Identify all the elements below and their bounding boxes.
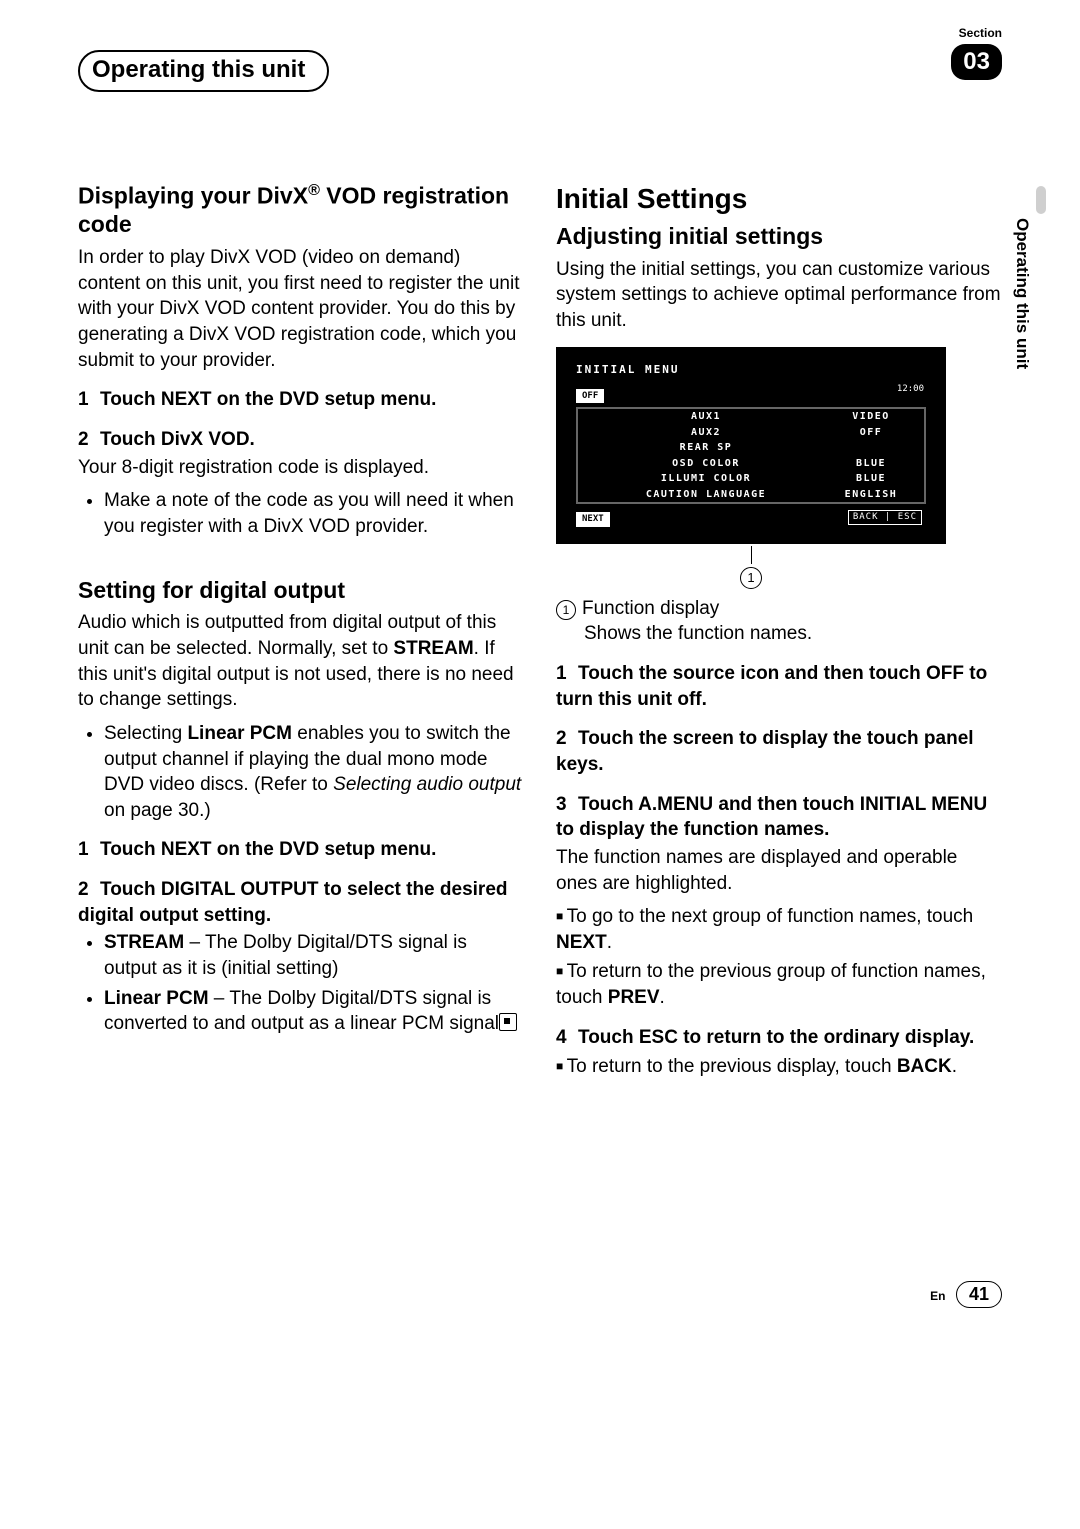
step-1: 1Touch NEXT on the DVD setup menu.: [78, 387, 524, 413]
body-text: Audio which is outputted from digital ou…: [78, 610, 524, 713]
step-2: 2Touch the screen to display the touch p…: [556, 726, 1002, 777]
lcd-clock: 12:00: [897, 383, 924, 395]
lcd-next-button[interactable]: NEXT: [576, 512, 610, 526]
list-item: To return to the previous group of funct…: [556, 959, 1002, 1010]
section-number: 03: [951, 44, 1002, 80]
step-4: 4Touch ESC to return to the ordinary dis…: [556, 1025, 1002, 1051]
step-1: 1Touch the source icon and then touch OF…: [556, 661, 1002, 712]
page-footer: En 41: [78, 1268, 1002, 1308]
step-2: 2Touch DIGITAL OUTPUT to select the desi…: [78, 877, 524, 928]
lcd-row[interactable]: AUX1VIDEO: [578, 409, 924, 425]
lcd-screenshot: INITIAL MENU OFF 12:00 AUX1VIDEO AUX2OFF…: [556, 347, 946, 589]
body-text: Your 8-digit registration code is displa…: [78, 455, 524, 481]
lcd-back-esc-button[interactable]: BACK | ESC: [848, 510, 922, 524]
step-2: 2Touch DivX VOD.: [78, 427, 524, 453]
callout: 1: [556, 546, 946, 590]
body-text: Using the initial settings, you can cust…: [556, 257, 1002, 334]
legend-item: 1Function display Shows the function nam…: [556, 596, 1002, 647]
legend-number-icon: 1: [556, 600, 576, 620]
lcd-row[interactable]: REAR SP: [578, 440, 924, 456]
side-tab-label: Operating this unit: [1012, 218, 1032, 369]
lcd-off-button[interactable]: OFF: [576, 389, 604, 403]
list-item: Selecting Linear PCM enables you to swit…: [104, 721, 524, 824]
side-tab-marker: [1036, 186, 1046, 214]
step-1: 1Touch NEXT on the DVD setup menu.: [78, 837, 524, 863]
list-item: Linear PCM – The Dolby Digital/DTS signa…: [104, 986, 524, 1037]
page-title: Operating this unit: [78, 50, 329, 92]
body-text: In order to play DivX VOD (video on dema…: [78, 245, 524, 373]
heading-digital-output: Setting for digital output: [78, 576, 524, 605]
heading-adjusting: Adjusting initial settings: [556, 222, 1002, 251]
list-item: Make a note of the code as you will need…: [104, 488, 524, 539]
page-header: Section Operating this unit 03: [78, 40, 1002, 90]
section-label: Section: [959, 26, 1002, 40]
lcd-row[interactable]: AUX2OFF: [578, 425, 924, 441]
body-text: The function names are displayed and ope…: [556, 845, 1002, 896]
page-number: 41: [956, 1281, 1002, 1308]
heading-divx: Displaying your DivX® VOD registration c…: [78, 180, 524, 239]
list-item: To return to the previous display, touch…: [556, 1054, 1002, 1080]
left-column: Displaying your DivX® VOD registration c…: [78, 180, 524, 1088]
lcd-row[interactable]: CAUTION LANGUAGEENGLISH: [578, 487, 924, 503]
list-item: STREAM – The Dolby Digital/DTS signal is…: [104, 930, 524, 981]
list-item: To go to the next group of function name…: [556, 904, 1002, 955]
footer-language: En: [930, 1289, 945, 1303]
lcd-title: INITIAL MENU: [570, 361, 932, 380]
lcd-function-list: AUX1VIDEO AUX2OFF REAR SP OSD COLORBLUE …: [576, 407, 926, 504]
right-column: Initial Settings Adjusting initial setti…: [556, 180, 1002, 1088]
stop-icon: [499, 1013, 517, 1031]
heading-initial-settings: Initial Settings: [556, 180, 1002, 218]
lcd-row[interactable]: OSD COLORBLUE: [578, 456, 924, 472]
lcd-row[interactable]: ILLUMI COLORBLUE: [578, 471, 924, 487]
step-3: 3Touch A.MENU and then touch INITIAL MEN…: [556, 792, 1002, 843]
